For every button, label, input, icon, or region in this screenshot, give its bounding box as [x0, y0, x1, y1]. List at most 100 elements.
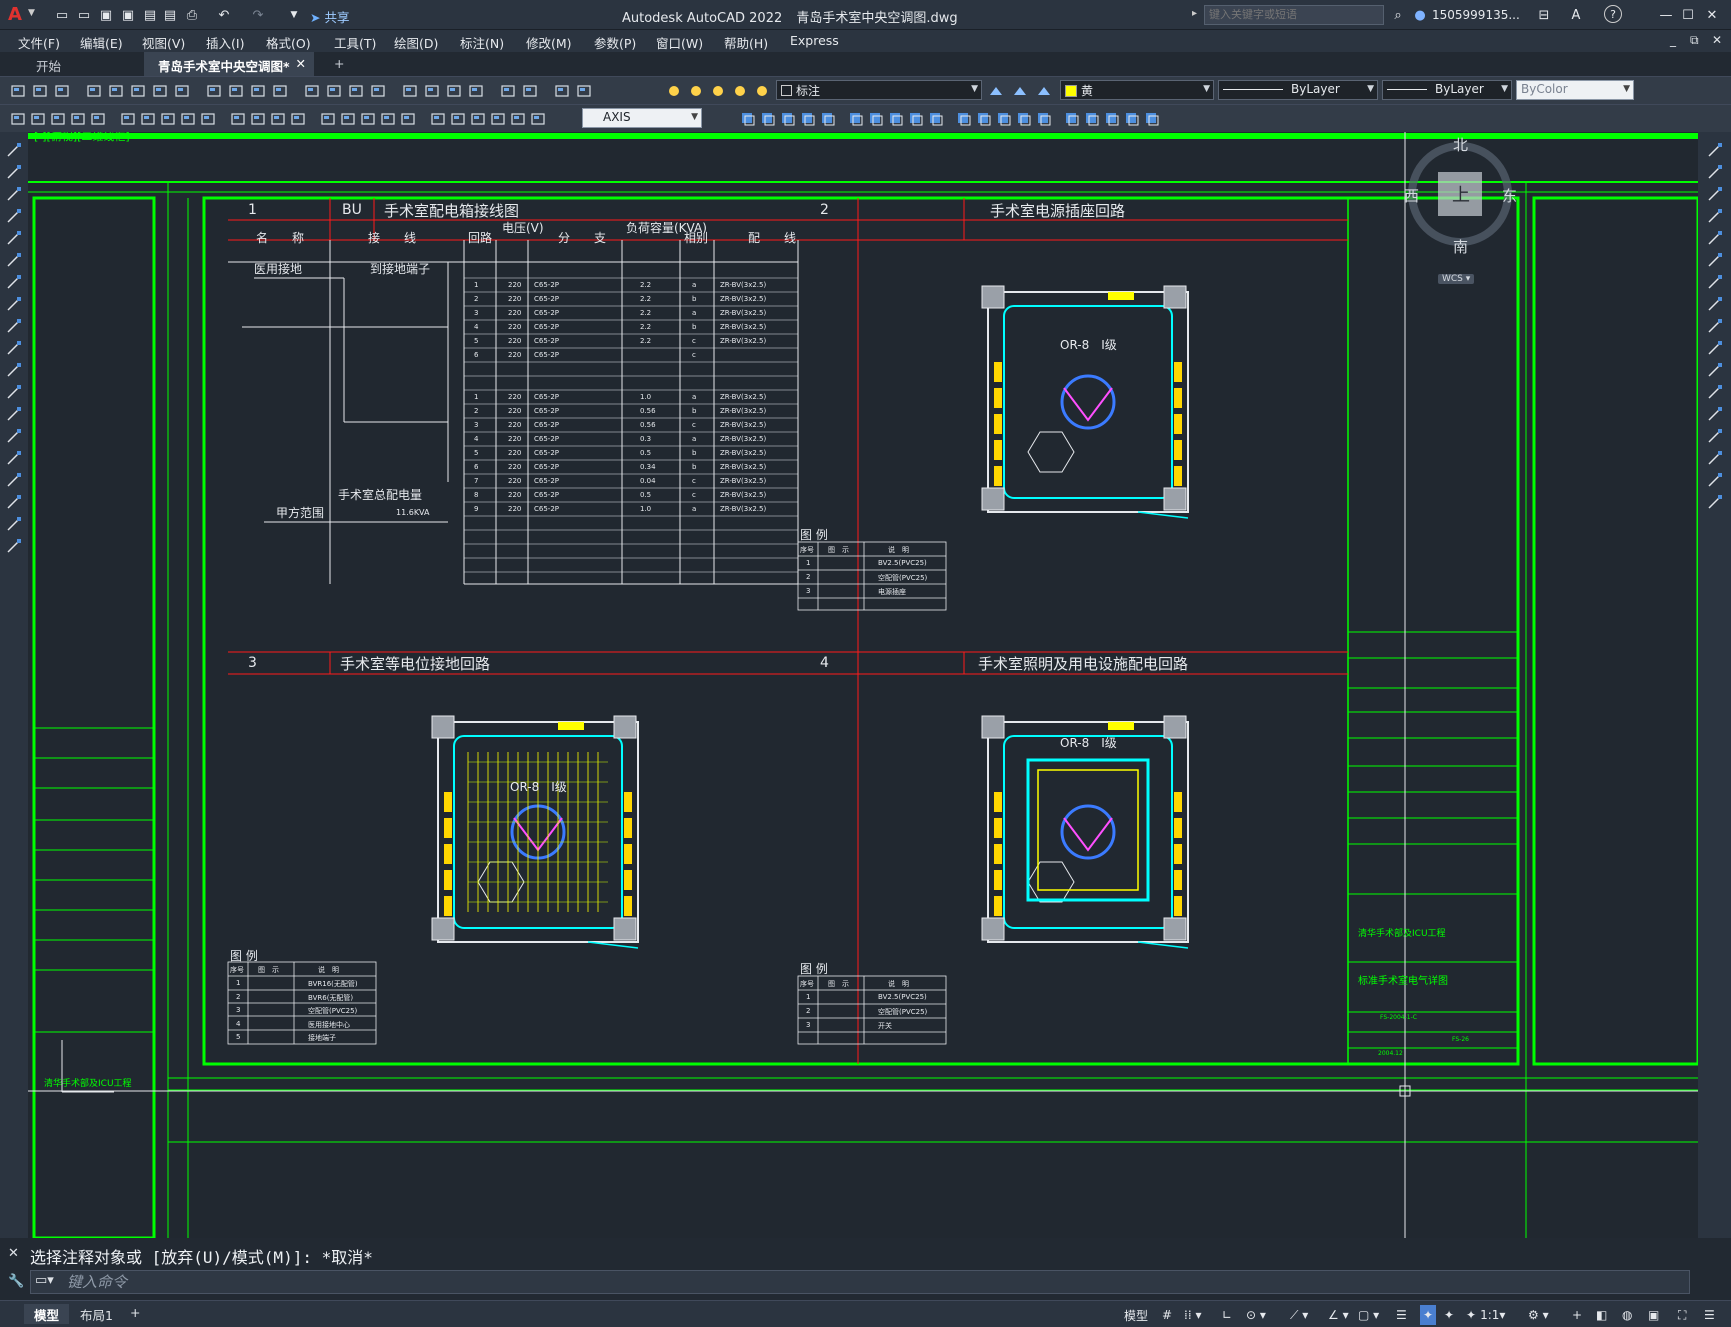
fillet-icon[interactable] — [1705, 470, 1725, 490]
command-input[interactable] — [67, 1272, 1667, 1292]
polygon-icon[interactable] — [4, 206, 24, 226]
quick-dim-icon[interactable] — [178, 109, 198, 129]
layer-isolate-icon[interactable] — [778, 109, 798, 129]
menu-express[interactable]: Express — [790, 33, 839, 48]
layer-previous-icon[interactable] — [1034, 81, 1054, 101]
scale-icon[interactable] — [1705, 294, 1725, 314]
layer-match-prop-icon[interactable] — [1010, 81, 1030, 101]
isolate-icon[interactable]: ◍ — [1622, 1305, 1632, 1325]
pan-icon[interactable] — [324, 81, 344, 101]
layer-combo[interactable]: AXIS ▼ — [582, 108, 702, 128]
insert-block-icon[interactable] — [4, 382, 24, 402]
wcs-menu[interactable]: WCS ▾ — [1438, 274, 1475, 284]
doc-restore-icon[interactable]: ⧉ — [1690, 33, 1699, 48]
publish-icon[interactable] — [128, 81, 148, 101]
new-file-icon[interactable]: ▭ — [52, 5, 72, 25]
tab-layout1[interactable]: 布局1 — [70, 1304, 123, 1324]
arc-icon[interactable] — [4, 250, 24, 270]
dimstyle-combo[interactable]: 标注 ▼ — [776, 80, 982, 100]
layer-delete-icon[interactable] — [886, 109, 906, 129]
layer-icon[interactable] — [468, 109, 488, 129]
polar-icon[interactable]: ⊙ ▾ — [1246, 1305, 1266, 1325]
center-mark-icon[interactable] — [318, 109, 338, 129]
qat-customize-icon[interactable]: ▼ — [284, 5, 304, 25]
ordinate-dim-icon[interactable] — [68, 109, 88, 129]
redo-icon[interactable]: ↷ — [248, 5, 268, 25]
cart-icon[interactable]: ⊟ — [1534, 5, 1554, 25]
tab-add-layout[interactable]: + — [120, 1304, 150, 1324]
mirror-icon[interactable] — [1705, 184, 1725, 204]
lineweight-combo[interactable]: ByLayer ▼ — [1382, 80, 1512, 100]
auto-scale-icon[interactable]: ✦ — [1444, 1305, 1454, 1325]
help-icon[interactable]: ? — [1604, 5, 1622, 23]
web-save-icon[interactable]: ▤ — [160, 5, 180, 25]
lineweight-icon[interactable]: ☰ — [1396, 1305, 1407, 1325]
add-icon[interactable]: + — [1572, 1305, 1582, 1325]
menu-dimension[interactable]: 标注(N) — [460, 33, 504, 52]
linear-dim-icon[interactable] — [8, 109, 28, 129]
otrack-icon[interactable]: ▢ ▾ — [1358, 1305, 1379, 1325]
menu-draw[interactable]: 绘图(D) — [394, 33, 438, 52]
design-center-icon[interactable] — [444, 81, 464, 101]
menu-tools[interactable]: 工具(T) — [334, 33, 376, 52]
snap-icon[interactable]: ⁞⁞ ▾ — [1184, 1305, 1201, 1325]
inspect-icon[interactable] — [338, 109, 358, 129]
layer-bulb-icon[interactable] — [686, 81, 706, 101]
diameter-dim-icon[interactable] — [138, 109, 158, 129]
stretch-icon[interactable] — [1705, 316, 1725, 336]
osnap-icon[interactable]: ∠ ▾ — [1328, 1305, 1349, 1325]
dim-break-icon[interactable] — [268, 109, 288, 129]
sheetset-icon[interactable] — [498, 81, 518, 101]
zoom-window-icon[interactable] — [368, 81, 388, 101]
help-icon[interactable] — [574, 81, 594, 101]
tolerance-icon[interactable] — [288, 109, 308, 129]
revision-cloud-icon[interactable] — [4, 294, 24, 314]
break-at-point-icon[interactable] — [1705, 382, 1725, 402]
offset-icon[interactable] — [1705, 206, 1725, 226]
isodraft-icon[interactable]: ⟋ ▾ — [1290, 1305, 1308, 1325]
trim-icon[interactable] — [1705, 338, 1725, 358]
tab-model[interactable]: 模型 — [24, 1304, 70, 1324]
fullscreen-icon[interactable]: ⛶ — [1678, 1305, 1686, 1325]
ellipse-arc-icon[interactable] — [4, 360, 24, 380]
layer-thaw-icon[interactable] — [1014, 109, 1034, 129]
cmd-close-icon[interactable]: ✕ — [8, 1246, 19, 1261]
menu-format[interactable]: 格式(O) — [266, 33, 311, 52]
menu-view[interactable]: 视图(V) — [142, 33, 185, 52]
erase-icon[interactable] — [1705, 140, 1725, 160]
undo-icon[interactable] — [270, 81, 290, 101]
viewcube-south[interactable]: 南 — [1453, 236, 1468, 257]
layer-merge-icon[interactable] — [866, 109, 886, 129]
dim-update-icon[interactable] — [428, 109, 448, 129]
menu-edit[interactable]: 编辑(E) — [80, 33, 123, 52]
copy-icon[interactable] — [172, 81, 192, 101]
chamfer-icon[interactable] — [1705, 448, 1725, 468]
layer-current-icon[interactable] — [974, 109, 994, 129]
multiline-text-icon[interactable] — [4, 536, 24, 556]
angular-dim-icon[interactable] — [158, 109, 178, 129]
block-icon[interactable] — [248, 81, 268, 101]
region-icon[interactable] — [4, 492, 24, 512]
layer-prev-icon[interactable] — [488, 109, 508, 129]
draw-order-icon[interactable] — [1034, 109, 1054, 129]
construction-line-icon[interactable] — [4, 162, 24, 182]
viewcube-west[interactable]: 西 — [1404, 185, 1419, 206]
spline-icon[interactable] — [4, 316, 24, 336]
layer-off-icon[interactable] — [758, 109, 778, 129]
workspace-gear-icon[interactable]: ⚙ ▾ — [1528, 1305, 1549, 1325]
model-space-button[interactable]: 模型 — [1124, 1305, 1148, 1325]
copy-icon[interactable] — [1705, 162, 1725, 182]
menu-modify[interactable]: 修改(M) — [526, 33, 572, 52]
viewcube-face[interactable]: 上 — [1452, 181, 1470, 207]
tab-new[interactable]: + — [320, 52, 358, 76]
calculator-icon[interactable] — [552, 81, 572, 101]
zoom-previous-icon[interactable] — [400, 81, 420, 101]
save-icon[interactable]: ▣ — [96, 5, 116, 25]
hatch-icon[interactable] — [4, 448, 24, 468]
user-name[interactable]: 1505999135... — [1432, 8, 1520, 22]
aligned-dim-icon[interactable] — [28, 109, 48, 129]
menu-file[interactable]: 文件(F) — [18, 33, 60, 52]
cmd-settings-icon[interactable]: 🔧 — [8, 1274, 24, 1289]
plot-icon[interactable]: ⎙ — [182, 5, 202, 25]
color-combo[interactable]: 黄 ▼ — [1060, 80, 1214, 100]
